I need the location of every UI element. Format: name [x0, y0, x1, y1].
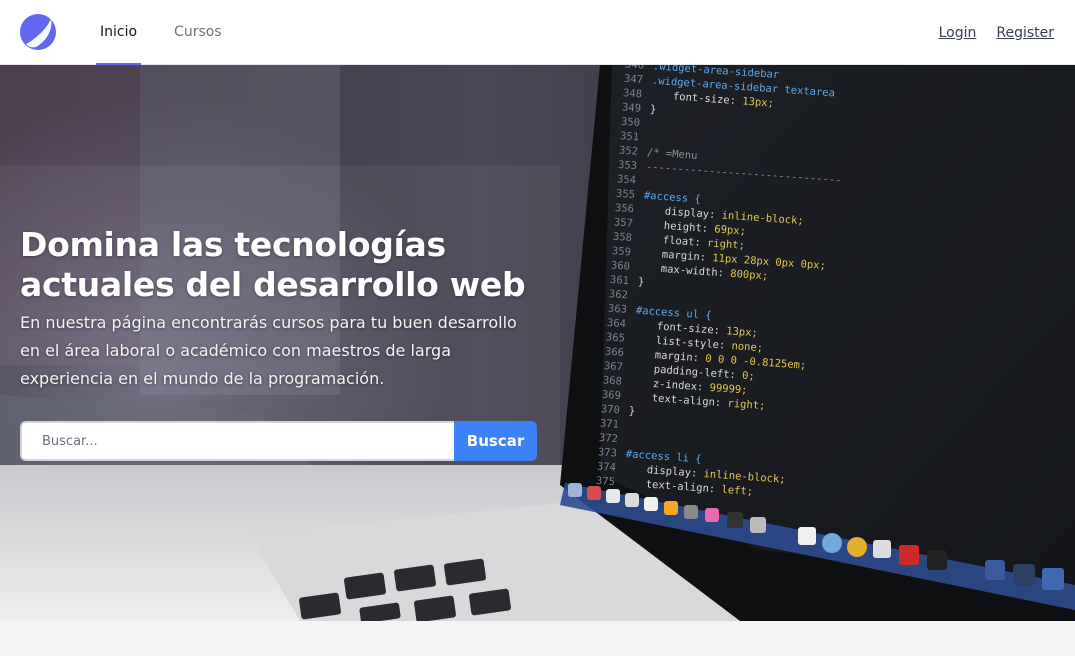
code-line-number: 369	[602, 389, 622, 402]
code-line-number: 363	[608, 303, 628, 316]
nav-link-cursos[interactable]: Cursos	[170, 0, 226, 65]
login-link[interactable]: Login	[939, 25, 977, 41]
code-line-number: 357	[614, 216, 634, 229]
auth-links: Login Register	[919, 0, 1054, 65]
code-line-text: }	[650, 103, 657, 115]
code-line-number: 347	[624, 73, 644, 86]
nav-link-inicio[interactable]: Inicio	[96, 0, 142, 65]
content-section-band	[0, 621, 1075, 656]
brand-logo-icon[interactable]	[20, 14, 56, 50]
hero-title: Domina las tecnologías actuales del desa…	[20, 225, 526, 304]
search-button[interactable]: Buscar	[454, 421, 537, 461]
code-line-number: 375	[596, 475, 616, 488]
register-link[interactable]: Register	[996, 25, 1054, 41]
code-line-number: 366	[605, 346, 625, 359]
code-line-text: }	[628, 405, 635, 417]
code-line-number: 350	[621, 116, 641, 129]
code-line-number: 356	[615, 202, 635, 215]
hero-content: Domina las tecnologías actuales del desa…	[20, 225, 540, 393]
main-nav: Inicio Cursos	[96, 0, 255, 65]
code-line-number: 374	[597, 461, 617, 474]
code-line-number: 373	[598, 446, 618, 459]
code-line-number: 360	[611, 259, 631, 272]
code-line-text: }	[638, 276, 645, 288]
code-line-number: 353	[618, 159, 638, 172]
code-line-number: 349	[622, 101, 642, 114]
code-line-number: 352	[619, 145, 639, 158]
code-line-number: 359	[612, 245, 632, 258]
code-line-number: 358	[613, 231, 633, 244]
code-line-number: 355	[616, 188, 636, 201]
code-line-number: 364	[607, 317, 627, 330]
code-line-number: 367	[604, 360, 624, 373]
code-line-number: 368	[603, 374, 623, 387]
search-input[interactable]	[20, 421, 454, 461]
code-line-number: 371	[600, 417, 620, 430]
code-line-number: 365	[606, 331, 626, 344]
search-form: Buscar	[20, 421, 537, 461]
code-line-number: 348	[623, 87, 643, 100]
code-line-number: 370	[601, 403, 621, 416]
code-line-number: 351	[620, 130, 640, 143]
hero-subtitle: En nuestra página encontrarás cursos par…	[20, 313, 517, 388]
top-navbar: Inicio Cursos Login Register	[0, 0, 1075, 65]
code-line-number: 372	[599, 432, 619, 445]
code-line-number: 354	[617, 173, 637, 186]
code-line-number: 362	[609, 288, 629, 301]
code-line-number: 361	[610, 274, 630, 287]
hero-section: 346 .widget-area-sidebar 347 .widget-area-s…	[0, 65, 1075, 621]
